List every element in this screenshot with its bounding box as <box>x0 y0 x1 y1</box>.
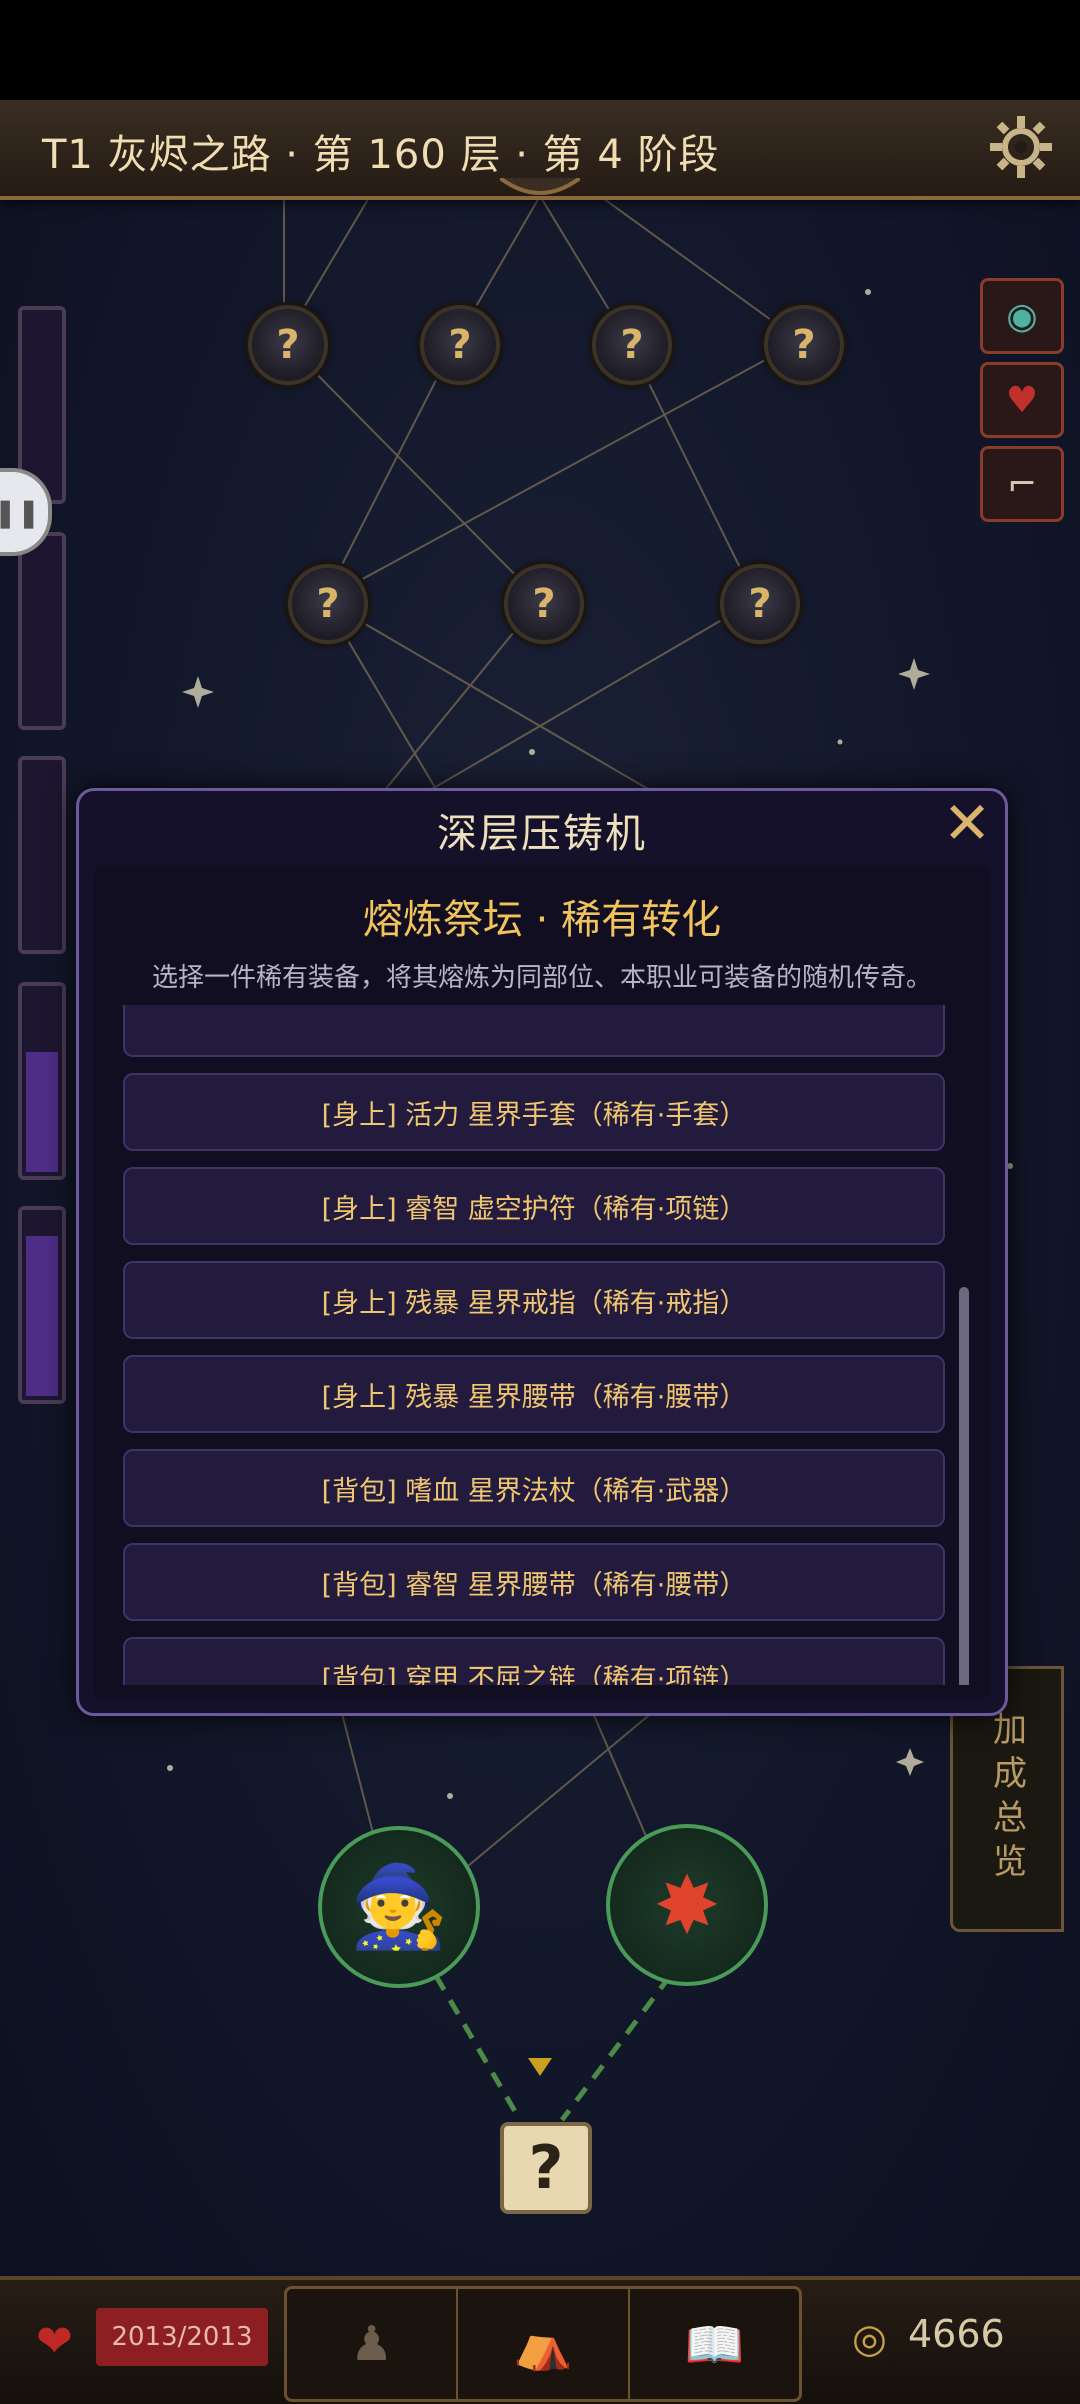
equipment-list-content: [身上] 活力 星界手套（稀有·手套） [身上] 睿智 虚空护符（稀有·项链） … <box>123 1005 945 1685</box>
equipment-option-label: [背包] 嗜血 星界法杖（稀有·武器） <box>321 1475 747 1507</box>
question-icon: ? <box>532 581 556 627</box>
list-scrollbar-thumb[interactable] <box>959 1287 969 1685</box>
map-node-unknown[interactable]: ? <box>248 305 328 385</box>
question-icon: ? <box>528 2133 564 2203</box>
boot-icon: ⌐ <box>1006 463 1038 505</box>
close-button[interactable]: ✕ <box>935 791 999 855</box>
bottom-bar: ❤ 2013/2013 ♟ ⛺ 📖 ◎ 4666 <box>0 2276 1080 2404</box>
question-icon: ? <box>792 322 816 368</box>
map-node-unknown[interactable]: ? <box>720 564 800 644</box>
buff-slot-heart[interactable]: ♥ <box>980 362 1064 438</box>
buff-slot-boot[interactable]: ⌐ <box>980 446 1064 522</box>
modal-title: 深层压铸机 <box>437 811 647 857</box>
map-node-unknown[interactable]: ? <box>592 305 672 385</box>
modal-description: 选择一件稀有装备，将其熔炼为同部位、本职业可装备的随机传奇。 <box>151 963 932 993</box>
header-ornament <box>500 178 580 195</box>
stage-progress-bar <box>18 1206 66 1404</box>
settings-gear-icon[interactable] <box>986 112 1056 182</box>
mystery-scroll-node[interactable]: ? <box>500 2122 592 2214</box>
map-node-unknown[interactable]: ? <box>288 564 368 644</box>
hp-display: 2013/2013 <box>96 2308 268 2366</box>
question-icon: ? <box>620 322 644 368</box>
modal-body: 熔炼祭坛 · 稀有转化 选择一件稀有装备，将其熔炼为同部位、本职业可装备的随机传… <box>93 865 991 1699</box>
equipment-option[interactable]: [身上] 残暴 星界戒指（稀有·戒指） <box>123 1261 945 1339</box>
pause-icon: ❚❚ <box>0 495 41 529</box>
equipment-option[interactable]: [身上] 睿智 虚空护符（稀有·项链） <box>123 1167 945 1245</box>
merchant-node[interactable]: 🧙 <box>318 1826 480 1988</box>
question-icon: ? <box>316 581 340 627</box>
question-icon: ? <box>276 322 300 368</box>
backpack-tab[interactable]: ⛺ <box>458 2289 630 2399</box>
bottom-nav: ♟ ⛺ 📖 <box>284 2286 802 2402</box>
map-node-unknown[interactable]: ? <box>764 305 844 385</box>
question-icon: ? <box>748 581 772 627</box>
status-bar <box>0 0 1080 100</box>
modal-subtitle: 熔炼祭坛 · 稀有转化 <box>362 897 722 943</box>
merchant-icon: 🧙 <box>349 1860 449 1953</box>
equipment-list[interactable]: [身上] 活力 星界手套（稀有·手套） [身上] 睿智 虚空护符（稀有·项链） … <box>123 1005 973 1685</box>
list-scrollbar[interactable] <box>959 1005 969 1685</box>
orb-icon: ◉ <box>1006 295 1038 337</box>
equipment-option[interactable] <box>123 1005 945 1057</box>
forge-modal: 深层压铸机 ✕ 熔炼祭坛 · 稀有转化 选择一件稀有装备，将其熔炼为同部位、本职… <box>76 788 1008 1716</box>
character-icon: ♟ <box>350 2316 394 2372</box>
stage-progress-bar <box>18 756 66 954</box>
equipment-option-label: [背包] 穿甲 不屈之链（稀有·项链） <box>321 1663 747 1686</box>
battle-icon: ✸ <box>653 1858 721 1952</box>
close-icon: ✕ <box>942 789 992 857</box>
book-tab[interactable]: 📖 <box>630 2289 799 2399</box>
buff-slot-orb[interactable]: ◉ <box>980 278 1064 354</box>
book-icon: 📖 <box>684 2316 745 2373</box>
heart-icon: ❤ <box>36 2316 73 2367</box>
equipment-option[interactable]: [背包] 穿甲 不屈之链（稀有·项链） <box>123 1637 945 1685</box>
map-node-unknown[interactable]: ? <box>504 564 584 644</box>
equipment-option[interactable]: [背包] 嗜血 星界法杖（稀有·武器） <box>123 1449 945 1527</box>
equipment-option-label: [背包] 睿智 星界腰带（稀有·腰带） <box>321 1569 747 1601</box>
equipment-option[interactable]: [背包] 睿智 星界腰带（稀有·腰带） <box>123 1543 945 1621</box>
equipment-option-label: [身上] 睿智 虚空护符（稀有·项链） <box>321 1193 747 1225</box>
heart-icon: ♥ <box>1005 379 1039 421</box>
stage-title: T1 灰烬之路 · 第 160 层 · 第 4 阶段 <box>42 132 720 178</box>
equipment-option[interactable]: [身上] 残暴 星界腰带（稀有·腰带） <box>123 1355 945 1433</box>
stage-progress-bar <box>18 532 66 730</box>
question-icon: ? <box>448 322 472 368</box>
battle-node[interactable]: ✸ <box>606 1824 768 1986</box>
equipment-option-label: [身上] 残暴 星界腰带（稀有·腰带） <box>321 1381 747 1413</box>
equipment-option[interactable]: [身上] 活力 星界手套（稀有·手套） <box>123 1073 945 1151</box>
stage-progress-bar <box>18 982 66 1180</box>
gold-coins-icon: ◎ <box>852 2316 887 2362</box>
character-tab[interactable]: ♟ <box>287 2289 459 2399</box>
backpack-icon: ⛺ <box>513 2316 573 2373</box>
equipment-option-label: [身上] 活力 星界手套（稀有·手套） <box>321 1099 747 1131</box>
gold-amount: 4666 <box>908 2312 1005 2356</box>
map-node-unknown[interactable]: ? <box>420 305 500 385</box>
equipment-option-label: [身上] 残暴 星界戒指（稀有·戒指） <box>321 1287 747 1319</box>
